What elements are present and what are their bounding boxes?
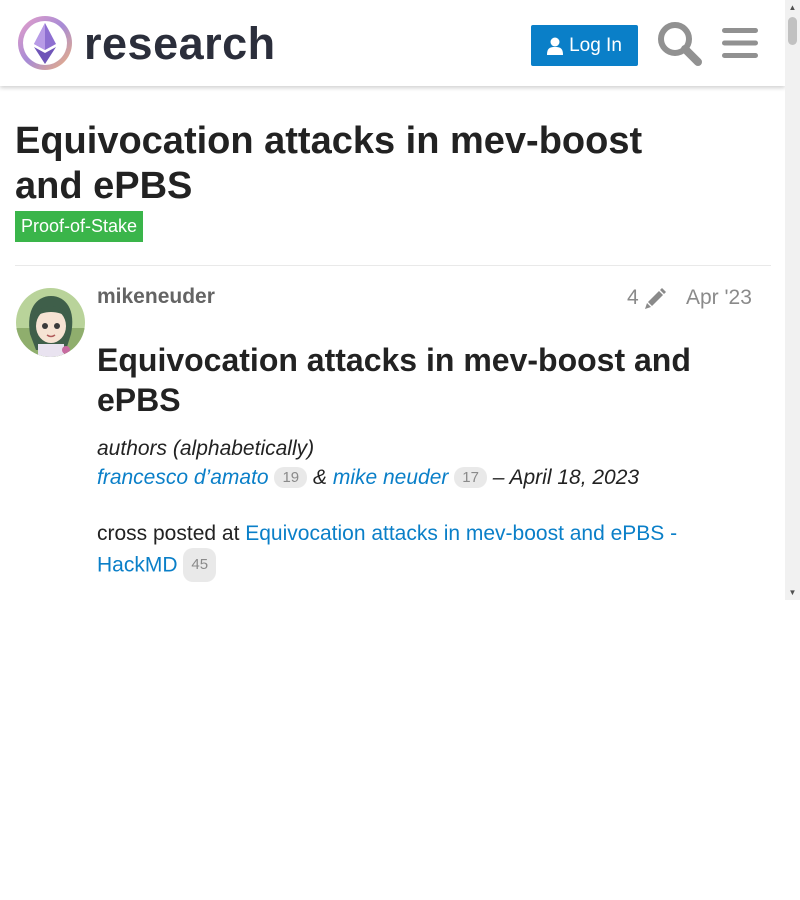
- vertical-scrollbar[interactable]: ▲ ▼: [785, 0, 800, 600]
- post-date[interactable]: Apr '23: [686, 286, 752, 310]
- edit-count: 4: [627, 286, 639, 309]
- login-button[interactable]: Log In: [531, 25, 638, 66]
- author-link-francesco[interactable]: francesco d’amato: [97, 466, 269, 489]
- edit-history[interactable]: 4: [627, 286, 667, 310]
- author-link-mike[interactable]: mike neuder: [333, 466, 449, 489]
- topic-title[interactable]: Equivocation attacks in mev-boost and eP…: [15, 119, 715, 209]
- search-icon[interactable]: [656, 20, 702, 66]
- scrollbar-thumb[interactable]: [788, 17, 797, 45]
- site-title: research: [84, 17, 276, 69]
- authors-label: authors (alphabetically): [97, 437, 315, 460]
- link-click-count: 45: [183, 548, 217, 582]
- pencil-icon: [644, 288, 666, 309]
- scroll-down-arrow-icon[interactable]: ▼: [785, 585, 800, 600]
- post-heading: Equivocation attacks in mev-boost and eP…: [97, 342, 691, 418]
- post-byline-date: – April 18, 2023: [492, 466, 640, 489]
- ethereum-logo-icon: [18, 16, 72, 70]
- link-click-count: 17: [454, 466, 487, 488]
- crosspost-prefix: cross posted at: [97, 522, 240, 545]
- page-viewport: research Log In Equivocation attacks in …: [0, 0, 785, 600]
- category-badge[interactable]: Proof-of-Stake: [15, 211, 144, 242]
- hamburger-menu-icon[interactable]: [720, 24, 760, 62]
- byline: francesco d’amato 19 & mike neuder 17 – …: [97, 466, 639, 490]
- login-label: Log In: [569, 34, 622, 56]
- ampersand: &: [312, 466, 327, 489]
- post-username[interactable]: mikeneuder: [97, 285, 215, 309]
- divider: [15, 265, 771, 266]
- site-logo[interactable]: research: [16, 14, 276, 72]
- user-icon: [547, 37, 564, 55]
- site-header: research Log In: [0, 0, 785, 86]
- crosspost-paragraph: cross posted at Equivocation attacks in …: [97, 519, 757, 583]
- link-click-count: 19: [274, 466, 308, 488]
- avatar-image: [16, 288, 85, 357]
- scroll-up-arrow-icon[interactable]: ▲: [785, 0, 800, 15]
- avatar[interactable]: [16, 288, 85, 357]
